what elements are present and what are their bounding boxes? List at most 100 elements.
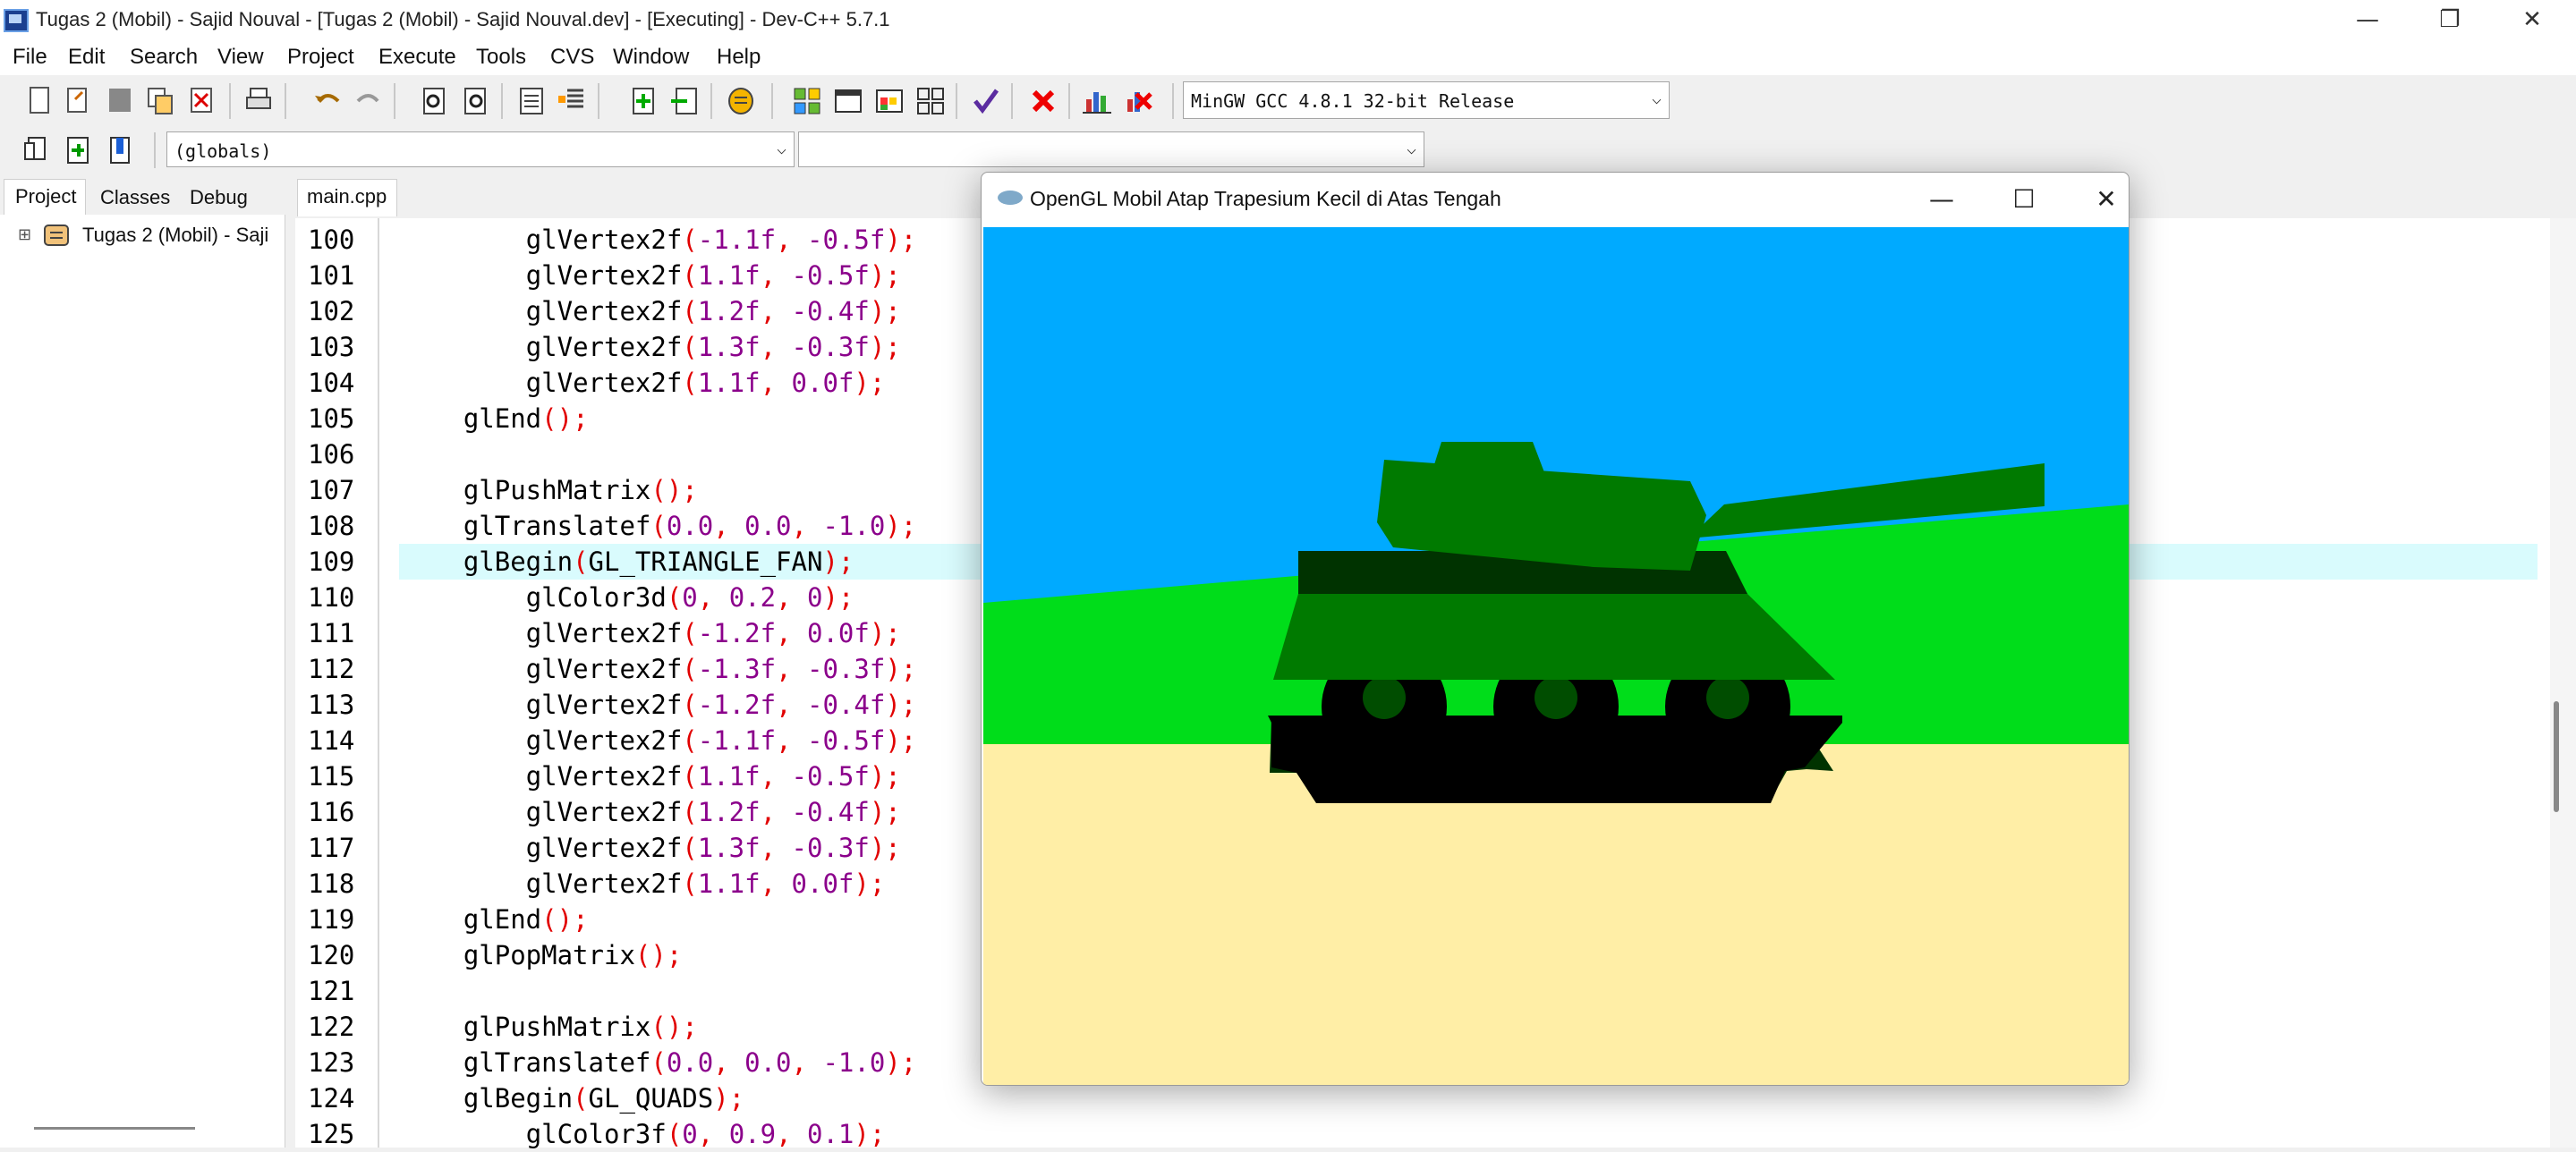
code-token: GL_TRIANGLE_FAN: [588, 546, 823, 577]
menu-tools[interactable]: Tools: [476, 45, 526, 70]
insert-icon[interactable]: [20, 132, 55, 168]
tab-project[interactable]: Project: [4, 179, 86, 215]
close-file-icon[interactable]: [184, 83, 220, 119]
code-token: -0.4f: [807, 690, 886, 720]
opengl-canvas[interactable]: [983, 227, 2129, 1085]
function-select[interactable]: ⌵: [798, 131, 1424, 167]
project-panel: ⊞ Tugas 2 (Mobil) - Saji: [0, 215, 285, 1148]
toggle-bookmark-icon[interactable]: [102, 132, 138, 168]
print-icon[interactable]: [240, 83, 276, 119]
minimize-button[interactable]: —: [2326, 0, 2409, 41]
syntax-check-icon[interactable]: [968, 83, 1004, 119]
code-token: (: [650, 1047, 667, 1078]
opengl-close-button[interactable]: ✕: [2066, 176, 2129, 223]
line-number: 120: [308, 940, 355, 970]
code-text: glVertex2f(1.2f, -0.4f);: [401, 794, 901, 830]
project-tree-icon: [41, 222, 72, 249]
code-token: -1.1f: [697, 725, 777, 756]
menu-window[interactable]: Window: [613, 45, 689, 70]
line-number: 101: [308, 260, 355, 291]
save-icon[interactable]: [102, 83, 138, 119]
editor-vertical-scrollbar[interactable]: [2550, 218, 2576, 1148]
code-token: glVertex2f: [525, 332, 683, 362]
code-line[interactable]: 125 glColor3f(0, 0.9, 0.1);: [295, 1116, 2550, 1152]
stop-execution-icon[interactable]: [1025, 83, 1061, 119]
code-token: glVertex2f: [525, 618, 683, 648]
code-text: glVertex2f(-1.3f, -0.3f);: [401, 651, 917, 687]
menu-cvs[interactable]: CVS: [550, 45, 594, 70]
new-file-icon[interactable]: [21, 83, 57, 119]
goto-bookmark-icon[interactable]: [61, 132, 97, 168]
open-file-icon[interactable]: [61, 83, 97, 119]
unindent-icon[interactable]: [555, 83, 591, 119]
redo-icon[interactable]: [351, 83, 387, 119]
code-token: );: [854, 368, 886, 398]
close-button[interactable]: ✕: [2491, 0, 2573, 41]
opengl-maximize-button[interactable]: ☐: [1984, 176, 2064, 223]
code-token: );: [869, 260, 901, 291]
compile-icon[interactable]: [789, 83, 825, 119]
code-token: -0.3f: [807, 654, 886, 684]
scrollbar-thumb[interactable]: [2554, 701, 2559, 812]
opengl-window[interactable]: OpenGL Mobil Atap Trapesium Kecil di Ata…: [981, 172, 2130, 1086]
indent-icon[interactable]: [514, 83, 549, 119]
code-token: (: [682, 868, 698, 899]
menu-search[interactable]: Search: [130, 45, 198, 70]
remove-from-project-icon[interactable]: [667, 83, 703, 119]
code-text: glVertex2f(1.1f, 0.0f);: [401, 365, 886, 401]
toolbar-separator: [710, 83, 712, 119]
menu-edit[interactable]: Edit: [68, 45, 105, 70]
code-token: );: [822, 546, 854, 577]
opengl-minimize-button[interactable]: —: [1901, 176, 1982, 223]
code-token: ,: [791, 511, 823, 541]
menu-view[interactable]: View: [217, 45, 264, 70]
code-line[interactable]: 124 glBegin(GL_QUADS);: [295, 1080, 2550, 1116]
class-scope-select[interactable]: (globals) ⌵: [166, 131, 795, 167]
restore-button[interactable]: ❐: [2409, 0, 2491, 41]
toolbar-separator: [956, 83, 957, 119]
run-icon[interactable]: [830, 83, 866, 119]
toolbar-separator: [285, 83, 286, 119]
code-token: ,: [776, 654, 807, 684]
find-icon[interactable]: [417, 83, 453, 119]
replace-icon[interactable]: [458, 83, 494, 119]
code-token: glVertex2f: [525, 868, 683, 899]
code-token: -0.3f: [791, 332, 870, 362]
code-text: glBegin(GL_TRIANGLE_FAN);: [401, 544, 854, 580]
code-token: (: [573, 1083, 589, 1114]
menu-execute[interactable]: Execute: [378, 45, 456, 70]
delete-profile-icon[interactable]: [1120, 83, 1156, 119]
project-tree-item[interactable]: Tugas 2 (Mobil) - Saji: [82, 224, 268, 247]
compiler-select[interactable]: MinGW GCC 4.8.1 32-bit Release ⌵: [1183, 81, 1670, 119]
add-to-project-icon[interactable]: [626, 83, 662, 119]
horizontal-scrollbar-thumb[interactable]: [34, 1127, 195, 1130]
menu-project[interactable]: Project: [287, 45, 354, 70]
save-all-icon[interactable]: [143, 83, 179, 119]
code-token: -0.5f: [807, 725, 886, 756]
code-token: (: [682, 260, 698, 291]
profile-icon[interactable]: [1079, 83, 1115, 119]
code-token: ,: [713, 1047, 745, 1078]
rebuild-all-icon[interactable]: [913, 83, 948, 119]
menu-file[interactable]: File: [13, 45, 47, 70]
compile-run-icon[interactable]: [871, 83, 907, 119]
undo-icon[interactable]: [310, 83, 345, 119]
code-text: glEnd();: [401, 401, 589, 436]
line-number: 116: [308, 797, 355, 827]
code-token: );: [854, 868, 886, 899]
editor-tab-main-cpp[interactable]: main.cpp: [297, 179, 397, 216]
menu-help[interactable]: Help: [717, 45, 761, 70]
code-token: glEnd: [463, 904, 542, 935]
code-token: -1.1f: [697, 224, 777, 255]
line-number: 111: [308, 618, 355, 648]
tree-expander-icon[interactable]: ⊞: [18, 225, 31, 244]
code-token: 0: [682, 1119, 698, 1149]
code-token: glPushMatrix: [463, 1012, 651, 1042]
project-options-icon[interactable]: [723, 83, 759, 119]
code-token: ();: [650, 475, 698, 505]
